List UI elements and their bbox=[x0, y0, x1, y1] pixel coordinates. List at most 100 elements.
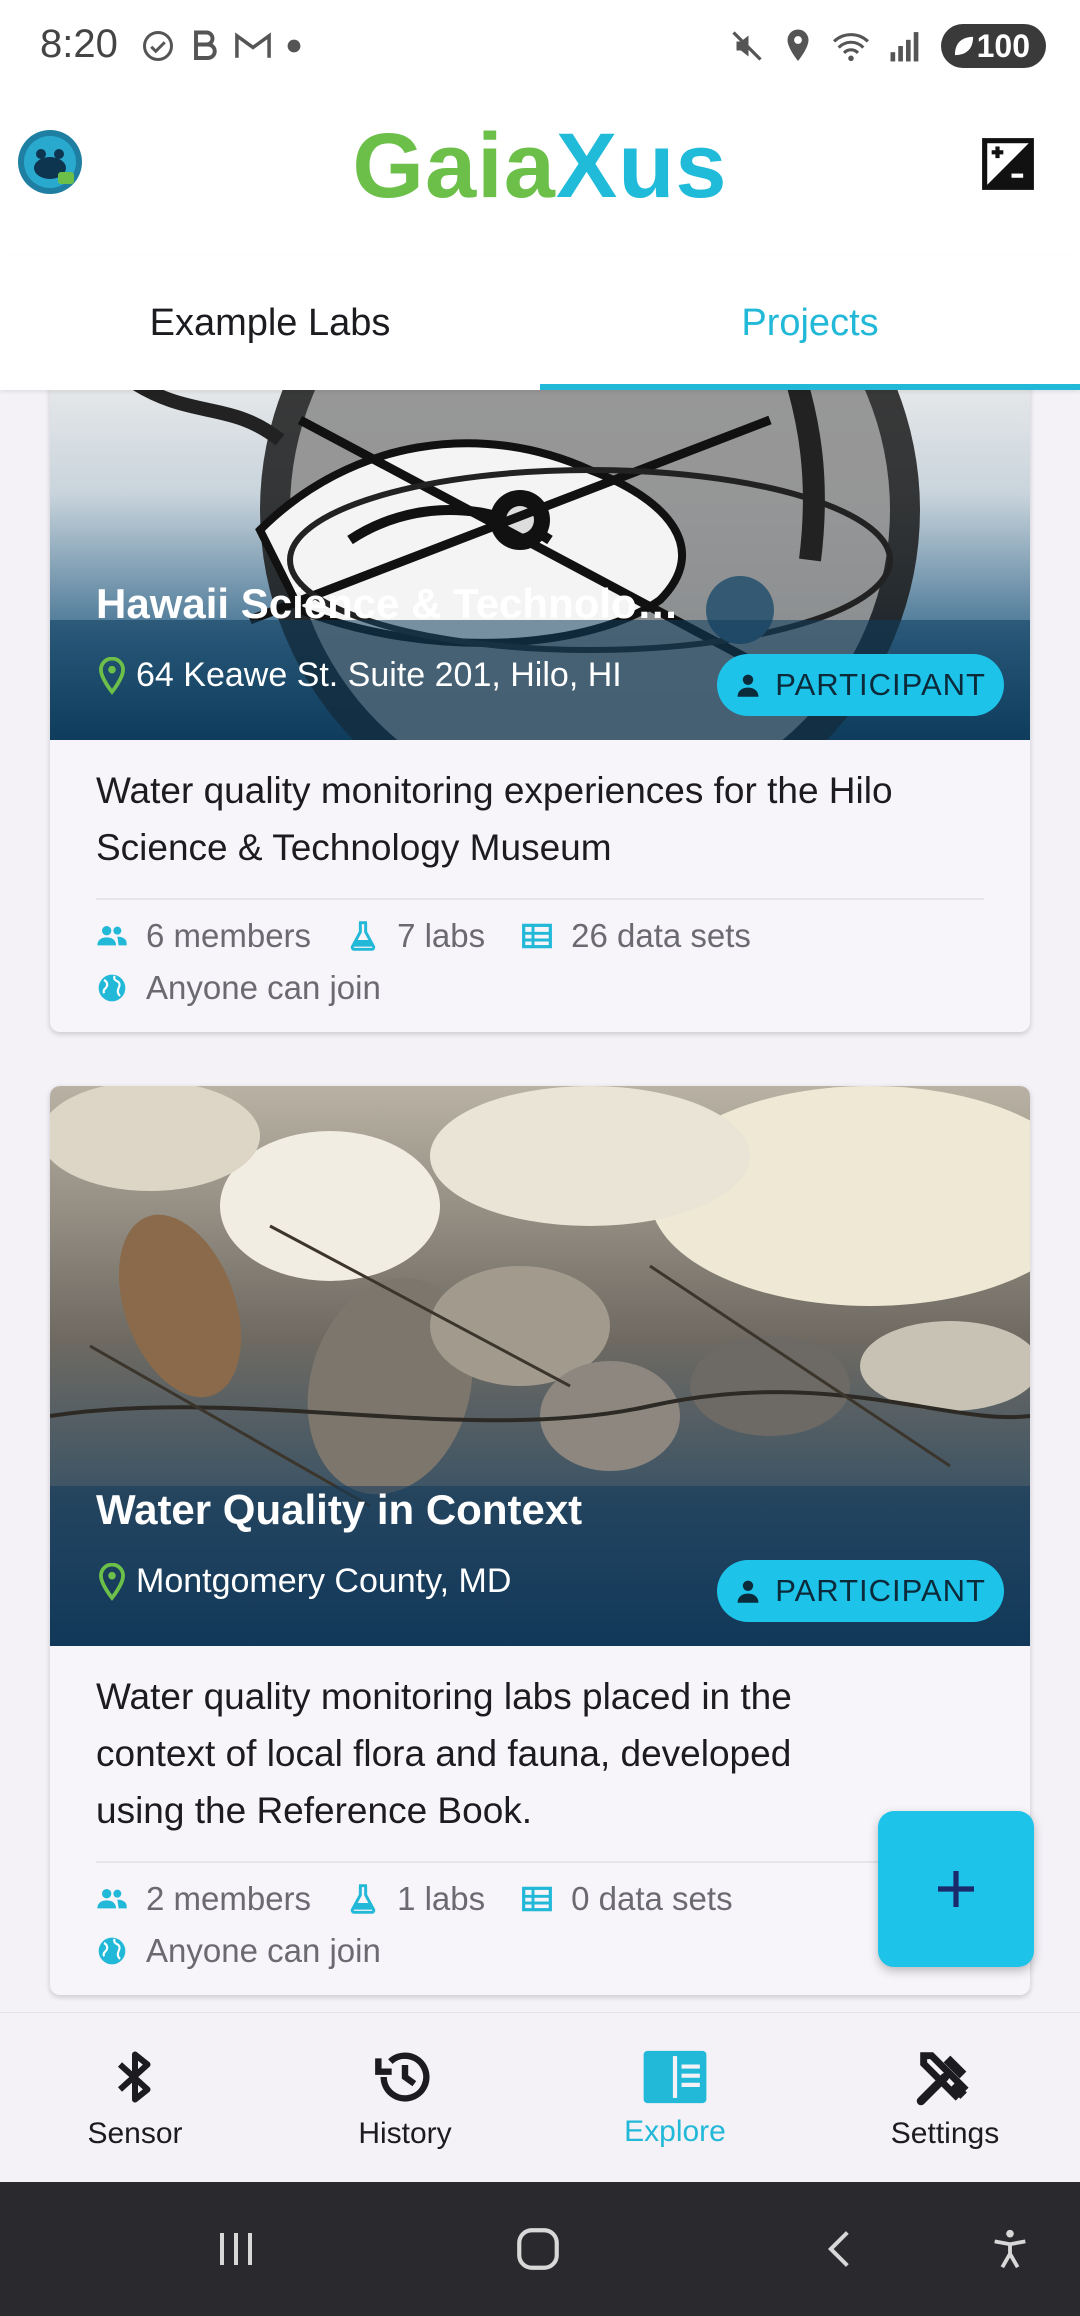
leaf-icon bbox=[954, 36, 973, 56]
back-button[interactable] bbox=[800, 2182, 880, 2316]
project-image: Water Quality in Context Montgomery Coun… bbox=[50, 1086, 1030, 1646]
join-policy: Anyone can join bbox=[96, 1932, 381, 1970]
tab-example-labs[interactable]: Example Labs bbox=[0, 256, 540, 390]
home-button[interactable] bbox=[498, 2182, 578, 2316]
explore-icon bbox=[643, 2050, 707, 2104]
members-text: 6 members bbox=[146, 917, 312, 954]
participant-badge: PARTICIPANT bbox=[717, 654, 1004, 716]
nav-label: History bbox=[358, 2117, 452, 2150]
project-title: Water Quality in Context bbox=[96, 1486, 583, 1533]
card-divider bbox=[96, 1861, 984, 1863]
nav-label: Settings bbox=[890, 2117, 1000, 2150]
table-icon bbox=[522, 1886, 553, 1912]
datasets-count: 0 data sets bbox=[521, 1880, 733, 1918]
project-stats: 2 members 1 labs 0 data sets bbox=[96, 1873, 984, 1925]
status-icons-right: 100 bbox=[729, 24, 1046, 68]
tab-indicator bbox=[540, 384, 1080, 390]
history-icon bbox=[375, 2052, 430, 2102]
exposure-icon[interactable] bbox=[980, 136, 1036, 192]
project-location: 64 Keawe St. Suite 201, Hilo, HI bbox=[96, 656, 622, 695]
flask-icon bbox=[350, 1884, 376, 1914]
globe-icon bbox=[98, 974, 126, 1002]
members-icon bbox=[97, 926, 127, 946]
datasets-text: 0 data sets bbox=[571, 1880, 733, 1917]
members-count: 6 members bbox=[96, 917, 311, 955]
project-location: Montgomery County, MD bbox=[96, 1562, 511, 1601]
status-time: 8:20 bbox=[40, 22, 118, 66]
accessibility-icon bbox=[994, 2229, 1026, 2269]
plus-icon bbox=[938, 1871, 974, 1907]
nav-label: Explore bbox=[624, 2115, 726, 2148]
app-logo: GaiaXus bbox=[0, 114, 1080, 219]
status-bar: 8:20 100 bbox=[0, 0, 1080, 96]
bottom-nav: Sensor History Explore Settings bbox=[0, 2012, 1080, 2183]
join-policy-row: Anyone can join bbox=[96, 962, 984, 1014]
gmail-icon bbox=[235, 32, 271, 58]
card-divider bbox=[96, 898, 984, 900]
project-card[interactable]: Hawaii Science & Technolo… 64 Keawe St. … bbox=[50, 390, 1030, 1032]
person-icon bbox=[737, 674, 759, 697]
participant-label: PARTICIPANT bbox=[775, 1573, 986, 1608]
datasets-text: 26 data sets bbox=[571, 917, 751, 954]
app-bar: GaiaXus bbox=[0, 96, 1080, 256]
signal-icon bbox=[890, 32, 918, 62]
members-count: 2 members bbox=[96, 1880, 311, 1918]
nav-settings[interactable]: Settings bbox=[810, 2013, 1080, 2183]
project-list[interactable]: Hawaii Science & Technolo… 64 Keawe St. … bbox=[0, 390, 1080, 2012]
person-icon bbox=[737, 1580, 759, 1603]
members-icon bbox=[97, 1889, 127, 1909]
project-title: Hawaii Science & Technolo… bbox=[96, 580, 679, 627]
logo-text-gaia: Gaia bbox=[352, 115, 556, 217]
tab-bar: Example Labs Projects bbox=[0, 256, 1080, 390]
nav-sensor[interactable]: Sensor bbox=[0, 2013, 270, 2183]
join-policy-text: Anyone can join bbox=[146, 1932, 381, 1969]
location-pin-icon bbox=[99, 1562, 125, 1601]
datasets-count: 26 data sets bbox=[521, 917, 751, 955]
project-description: Water quality monitoring labs placed in … bbox=[96, 1676, 792, 1831]
tab-label: Example Labs bbox=[149, 301, 391, 344]
participant-label: PARTICIPANT bbox=[775, 667, 986, 702]
flask-icon bbox=[350, 921, 376, 951]
nav-explore[interactable]: Explore bbox=[540, 2013, 810, 2183]
wifi-icon bbox=[832, 33, 869, 62]
location-icon bbox=[787, 29, 809, 61]
project-description: Water quality monitoring experiences for… bbox=[96, 770, 893, 868]
participant-badge: PARTICIPANT bbox=[717, 1560, 1004, 1622]
table-icon bbox=[522, 923, 553, 949]
dot-icon bbox=[287, 39, 301, 53]
home-icon bbox=[517, 2228, 559, 2270]
members-text: 2 members bbox=[146, 1880, 312, 1917]
nav-label: Sensor bbox=[87, 2117, 183, 2150]
tab-label: Projects bbox=[741, 301, 879, 344]
tab-projects[interactable]: Projects bbox=[540, 256, 1080, 390]
labs-text: 1 labs bbox=[397, 1880, 486, 1917]
join-policy-row: Anyone can join bbox=[96, 1925, 984, 1977]
system-nav-bar bbox=[0, 2182, 1080, 2316]
back-icon bbox=[827, 2231, 849, 2267]
nav-history[interactable]: History bbox=[270, 2013, 540, 2183]
globe-icon bbox=[98, 1937, 126, 1965]
tools-icon bbox=[916, 2052, 969, 2106]
project-location-text: 64 Keawe St. Suite 201, Hilo, HI bbox=[136, 656, 622, 694]
b-icon bbox=[194, 30, 217, 60]
project-image: Hawaii Science & Technolo… 64 Keawe St. … bbox=[50, 390, 1030, 740]
recents-icon bbox=[220, 2233, 252, 2265]
location-pin-icon bbox=[99, 656, 125, 695]
join-policy-text: Anyone can join bbox=[146, 969, 381, 1006]
labs-text: 7 labs bbox=[397, 917, 486, 954]
project-stats: 6 members 7 labs 26 data sets bbox=[96, 910, 984, 962]
recents-button[interactable] bbox=[196, 2182, 276, 2316]
battery-level: 100 bbox=[976, 27, 1030, 64]
add-project-button[interactable] bbox=[878, 1811, 1034, 1967]
check-circle-icon bbox=[143, 31, 173, 61]
project-location-text: Montgomery County, MD bbox=[136, 1562, 512, 1600]
mute-icon bbox=[731, 31, 762, 61]
accessibility-button[interactable] bbox=[970, 2182, 1050, 2316]
battery-indicator: 100 bbox=[940, 24, 1046, 68]
labs-count: 1 labs bbox=[347, 1880, 485, 1918]
bluetooth-icon bbox=[117, 2051, 151, 2103]
labs-count: 7 labs bbox=[347, 917, 485, 955]
status-icons-left bbox=[140, 28, 302, 64]
logo-text-xus: Xus bbox=[555, 115, 728, 217]
join-policy: Anyone can join bbox=[96, 969, 381, 1007]
